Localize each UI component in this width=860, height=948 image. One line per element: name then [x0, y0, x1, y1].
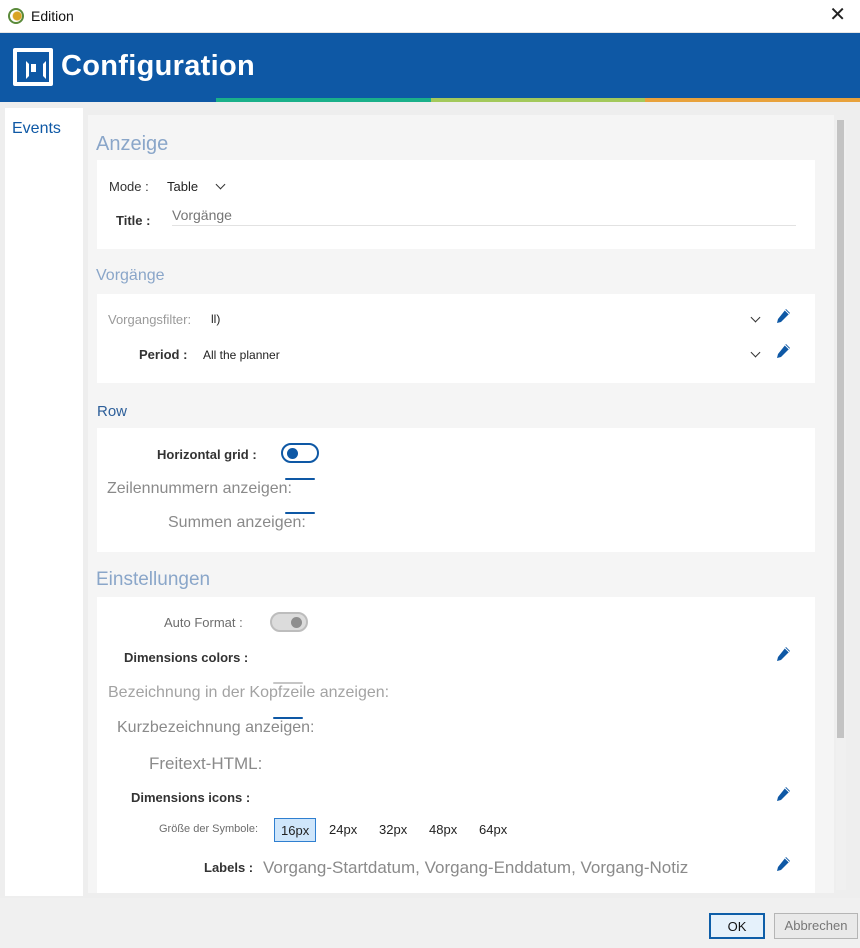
mode-select-value: Table — [167, 179, 199, 194]
filter-label: Vorgangsfilter: — [108, 312, 192, 327]
app-logo-icon — [8, 8, 24, 24]
pencil-icon[interactable] — [775, 786, 791, 804]
icon-size-selector: 16px 24px 32px 48px 64px — [274, 818, 534, 844]
filter-select[interactable]: ll) — [211, 306, 766, 330]
card-anzeige: Mode : Table Title : — [97, 160, 815, 249]
period-select[interactable]: All the planner — [203, 341, 766, 365]
configuration-header: Configuration — [0, 33, 860, 98]
dimension-colors-label: Dimensions colors : — [124, 650, 249, 665]
close-icon[interactable]: ✕ — [829, 5, 846, 25]
section-title-vorgaenge: Vorgänge — [96, 267, 165, 284]
header-title: Configuration — [61, 50, 255, 82]
mode-select[interactable]: Table — [161, 174, 231, 198]
section-title-einstellungen: Einstellungen — [96, 569, 211, 590]
settings-pane: Anzeige Mode : Table Title : Vorgänge Vo… — [88, 115, 834, 893]
horizontal-grid-toggle[interactable] — [281, 443, 319, 463]
icon-size-64px[interactable]: 64px — [473, 818, 513, 842]
pencil-icon[interactable] — [775, 856, 791, 874]
card-einstellungen: Auto Format : Dimensions colors : Bezeic… — [97, 597, 815, 893]
section-title-row: Row — [97, 403, 128, 420]
mode-label: Mode : — [109, 179, 149, 194]
short-label-toggle[interactable] — [273, 717, 303, 719]
dimension-icons-label: Dimensions icons : — [131, 790, 251, 805]
header-label-toggle[interactable] — [273, 682, 303, 684]
sums-toggle[interactable] — [285, 512, 315, 514]
icon-size-32px[interactable]: 32px — [373, 818, 413, 842]
pencil-icon[interactable] — [775, 308, 791, 326]
horizontal-grid-label: Horizontal grid : — [157, 447, 257, 462]
short-label-label: Kurzbezeichnung anzeigen: — [117, 719, 315, 736]
pencil-icon[interactable] — [775, 343, 791, 361]
dialog-footer: OK Abbrechen — [0, 898, 860, 948]
scrollbar-thumb[interactable] — [837, 120, 844, 738]
sums-label: Summen anzeigen: — [168, 514, 306, 531]
section-title-anzeige: Anzeige — [96, 133, 169, 155]
period-select-value: All the planner — [203, 348, 280, 362]
title-label: Title : — [116, 213, 151, 228]
configuration-logo-icon — [13, 48, 53, 86]
freetext-label: Freitext-HTML: — [149, 754, 263, 773]
line-numbers-toggle[interactable] — [285, 478, 315, 480]
window-title: Edition — [31, 8, 74, 24]
sidebar: Events — [5, 108, 83, 896]
card-vorgaenge: Vorgangsfilter: ll) Period : All the pla… — [97, 294, 815, 383]
labels-value: Vorgang-Startdatum, Vorgang-Enddatum, Vo… — [263, 858, 689, 877]
card-row: Horizontal grid : Zeilennummern anzeigen… — [97, 428, 815, 552]
chevron-down-icon — [215, 179, 226, 190]
ok-button[interactable]: OK — [709, 913, 765, 939]
period-label: Period : — [139, 347, 188, 362]
labels-label: Labels : — [204, 860, 254, 875]
title-input[interactable] — [172, 204, 796, 226]
header-label-label: Bezeichnung in der Kopfzeile anzeigen: — [108, 684, 390, 701]
settings-scrollbar[interactable] — [836, 120, 846, 890]
chevron-down-icon — [750, 312, 761, 323]
pencil-icon[interactable] — [775, 646, 791, 664]
cancel-button[interactable]: Abbrechen — [774, 913, 858, 939]
sidebar-item-events[interactable]: Events — [12, 120, 61, 138]
chevron-down-icon — [750, 347, 761, 358]
icon-size-24px[interactable]: 24px — [323, 818, 363, 842]
icon-size-48px[interactable]: 48px — [423, 818, 463, 842]
auto-format-label: Auto Format : — [164, 615, 243, 630]
window-titlebar: Edition ✕ — [0, 0, 860, 33]
icon-size-16px[interactable]: 16px — [274, 818, 317, 842]
auto-format-toggle[interactable] — [270, 612, 308, 632]
icon-size-label: Größe der Symbole: — [159, 823, 259, 835]
line-numbers-label: Zeilennummern anzeigen: — [107, 480, 292, 497]
filter-select-value: ll) — [211, 312, 221, 326]
